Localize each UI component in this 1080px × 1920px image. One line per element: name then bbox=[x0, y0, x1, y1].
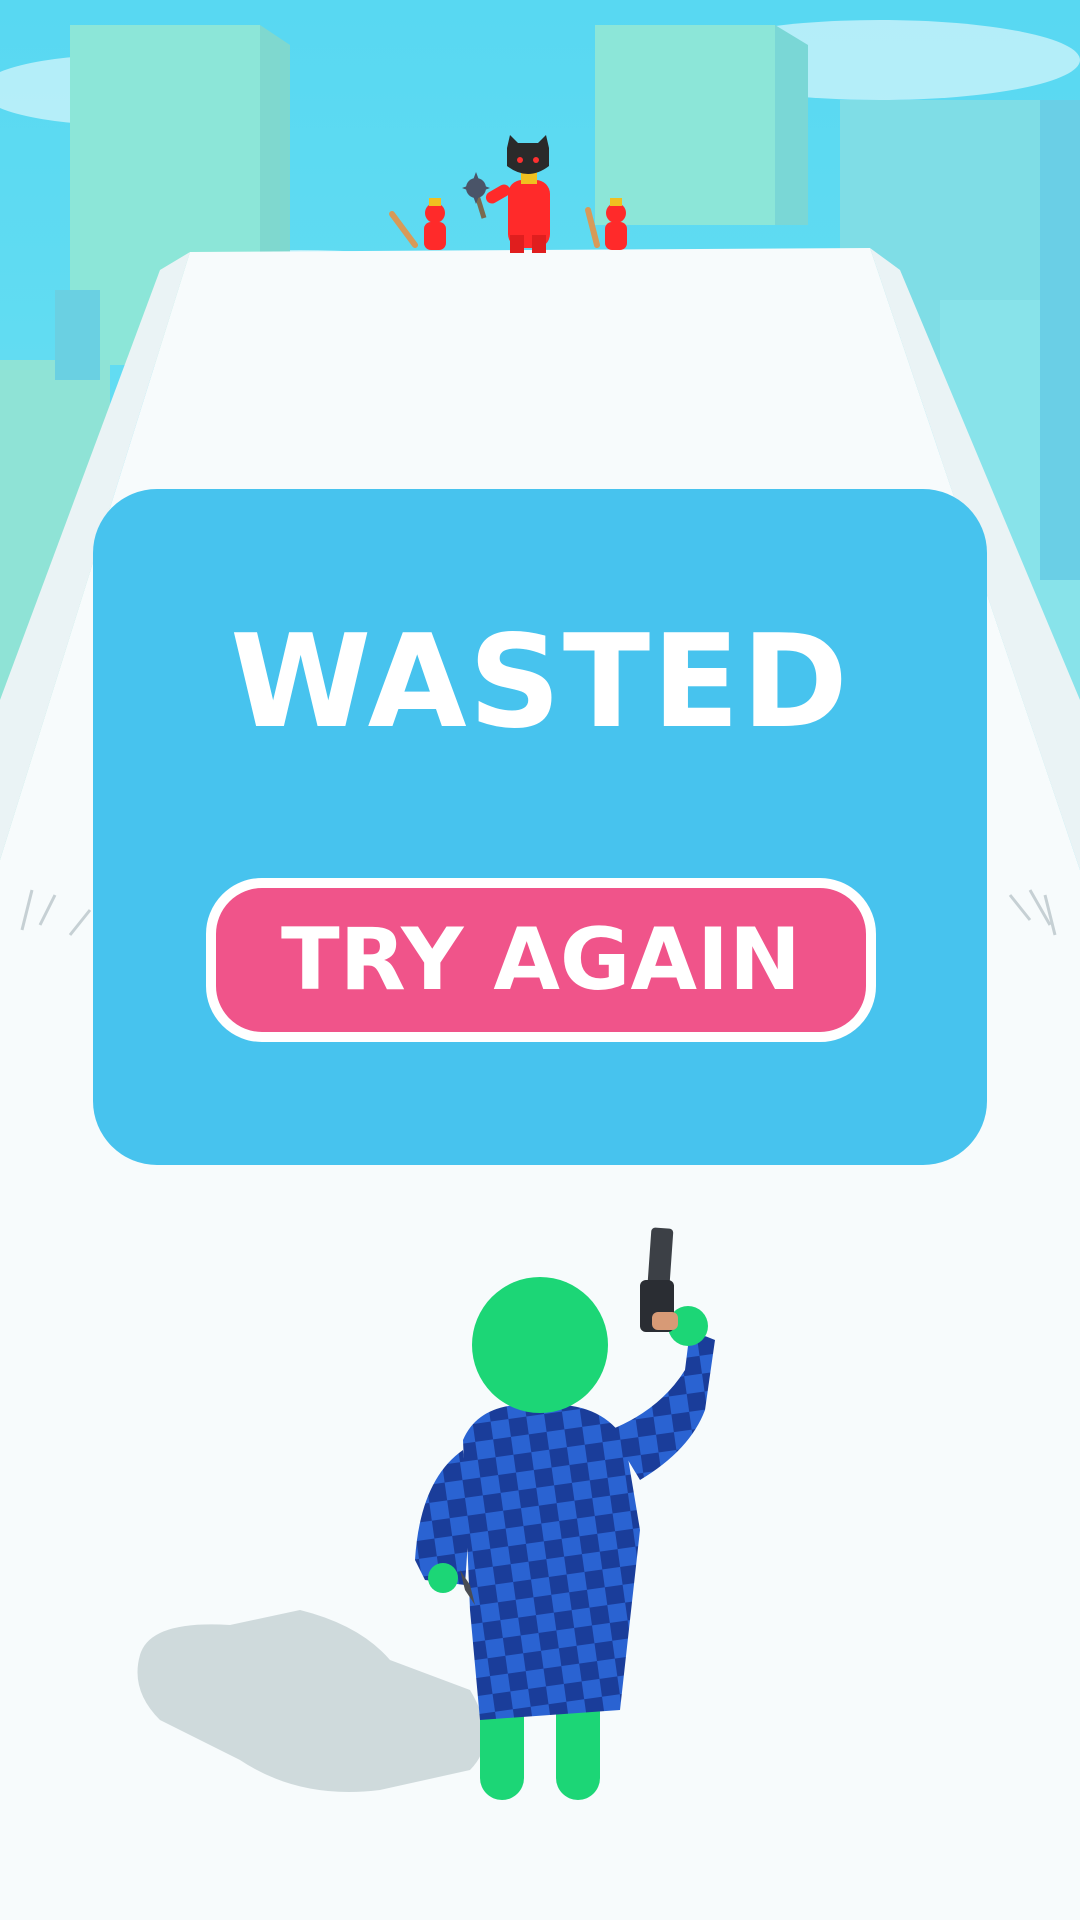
try-again-button[interactable]: TRY AGAIN bbox=[206, 878, 876, 1042]
game-scene: WASTED TRY AGAIN bbox=[0, 0, 1080, 1920]
wasted-title: WASTED bbox=[230, 608, 850, 757]
game-over-dialog: WASTED TRY AGAIN bbox=[93, 489, 987, 1165]
